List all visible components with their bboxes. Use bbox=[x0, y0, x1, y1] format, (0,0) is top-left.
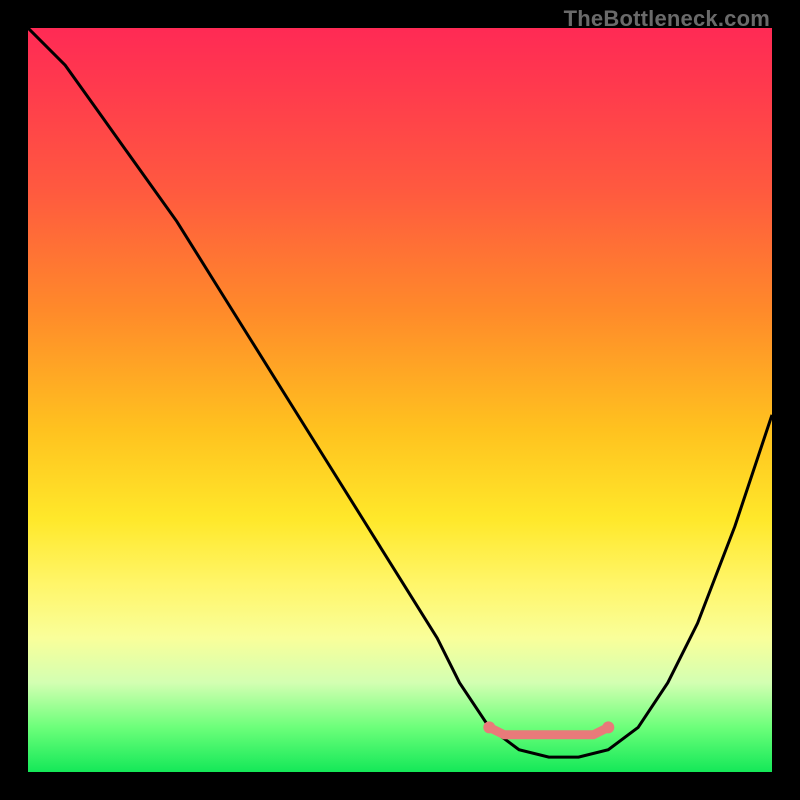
bottleneck-curve-path bbox=[28, 28, 772, 757]
optimal-band-marker-end bbox=[602, 721, 614, 733]
optimal-band-marker bbox=[483, 721, 614, 734]
chart-frame: TheBottleneck.com bbox=[0, 0, 800, 800]
plot-area bbox=[28, 28, 772, 772]
optimal-band-marker-path bbox=[489, 727, 608, 734]
chart-svg bbox=[28, 28, 772, 772]
bottleneck-curve-line bbox=[28, 28, 772, 757]
optimal-band-marker-end bbox=[483, 721, 495, 733]
